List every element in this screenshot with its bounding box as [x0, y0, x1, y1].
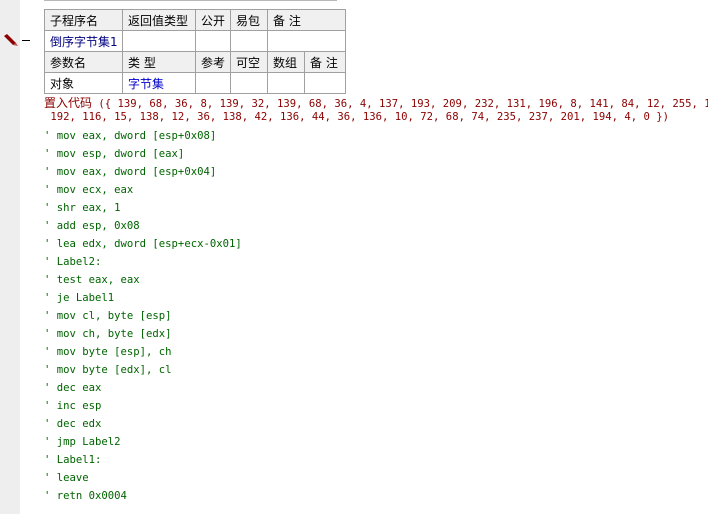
asm-comment-line[interactable]: ' mov cl, byte [esp] [44, 307, 708, 325]
asm-comment-line[interactable]: ' mov ch, byte [edx] [44, 325, 708, 343]
param-array-cell[interactable] [267, 72, 305, 94]
header-note: 备 注 [267, 9, 346, 31]
asm-comment-line[interactable]: ' shr eax, 1 [44, 199, 708, 217]
asm-comment-line[interactable]: ' mov byte [edx], cl [44, 361, 708, 379]
header-param-type: 类 型 [122, 51, 196, 73]
asm-comment-block: ' mov eax, dword [esp+0x08] ' mov esp, dw… [44, 127, 708, 505]
insert-code-keyword: 置入代码 [44, 96, 93, 110]
asm-comment-line[interactable]: ' mov ecx, eax [44, 181, 708, 199]
asm-comment-line[interactable]: ' retn 0x0004 [44, 487, 708, 505]
asm-comment-line[interactable]: ' mov eax, dword [esp+0x04] [44, 163, 708, 181]
asm-comment-line[interactable]: ' je Label1 [44, 289, 708, 307]
asm-comment-line[interactable]: ' inc esp [44, 397, 708, 415]
asm-comment-line[interactable]: ' lea edx, dword [esp+ecx-0x01] [44, 235, 708, 253]
header-param-note: 备 注 [304, 51, 346, 73]
editor-gutter [0, 0, 20, 514]
insert-code-bytes-1: ({ 139, 68, 36, 8, 139, 32, 139, 68, 36,… [92, 98, 708, 110]
asm-comment-line[interactable]: ' test eax, eax [44, 271, 708, 289]
code-area[interactable]: 置入代码 ({ 139, 68, 36, 8, 139, 32, 139, 68… [44, 97, 708, 505]
asm-comment-line[interactable]: ' leave [44, 469, 708, 487]
asm-comment-line[interactable]: ' mov esp, dword [eax] [44, 145, 708, 163]
header-array: 数组 [267, 51, 305, 73]
param-note-cell[interactable] [304, 72, 346, 94]
param-reference-cell[interactable] [195, 72, 231, 94]
parameter-header-row: 参数名 类 型 参考 可空 数组 备 注 [44, 51, 346, 73]
asm-comment-line[interactable]: ' dec edx [44, 415, 708, 433]
header-easy-package: 易包 [230, 9, 268, 31]
header-reference: 参考 [195, 51, 231, 73]
param-nullable-cell[interactable] [230, 72, 268, 94]
asm-comment-line[interactable]: ' mov byte [esp], ch [44, 343, 708, 361]
subroutine-header-row: 子程序名 返回值类型 公开 易包 备 注 [44, 9, 346, 31]
asm-comment-line[interactable]: ' mov eax, dword [esp+0x08] [44, 127, 708, 145]
header-public: 公开 [195, 9, 231, 31]
return-type-cell[interactable] [122, 30, 196, 52]
parameter-row[interactable]: 对象 字节集 [44, 72, 346, 94]
header-param-name: 参数名 [44, 51, 123, 73]
insert-code-line-1[interactable]: 置入代码 ({ 139, 68, 36, 8, 139, 32, 139, 68… [44, 97, 708, 111]
asm-comment-line[interactable]: ' Label1: [44, 451, 708, 469]
easy-package-cell[interactable] [230, 30, 268, 52]
collapse-marker[interactable] [22, 40, 30, 41]
pencil-edit-icon[interactable] [3, 33, 19, 47]
public-cell[interactable] [195, 30, 231, 52]
asm-comment-line[interactable]: ' dec eax [44, 379, 708, 397]
top-divider [44, 0, 337, 1]
parameter-table: 参数名 类 型 参考 可空 数组 备 注 对象 字节集 [44, 51, 346, 94]
header-subroutine-name: 子程序名 [44, 9, 123, 31]
asm-comment-line[interactable]: ' jmp Label2 [44, 433, 708, 451]
subroutine-table: 子程序名 返回值类型 公开 易包 备 注 倒序字节集1 [44, 9, 346, 52]
asm-comment-line[interactable]: ' add esp, 0x08 [44, 217, 708, 235]
header-nullable: 可空 [230, 51, 268, 73]
param-type-cell[interactable]: 字节集 [122, 72, 196, 94]
insert-code-line-2[interactable]: 192, 116, 15, 138, 12, 36, 138, 42, 136,… [44, 111, 708, 124]
note-cell[interactable] [267, 30, 346, 52]
param-name-cell[interactable]: 对象 [44, 72, 123, 94]
subroutine-name-cell[interactable]: 倒序字节集1 [44, 30, 123, 52]
header-return-type: 返回值类型 [122, 9, 196, 31]
asm-comment-line[interactable]: ' Label2: [44, 253, 708, 271]
subroutine-row[interactable]: 倒序字节集1 [44, 30, 346, 52]
